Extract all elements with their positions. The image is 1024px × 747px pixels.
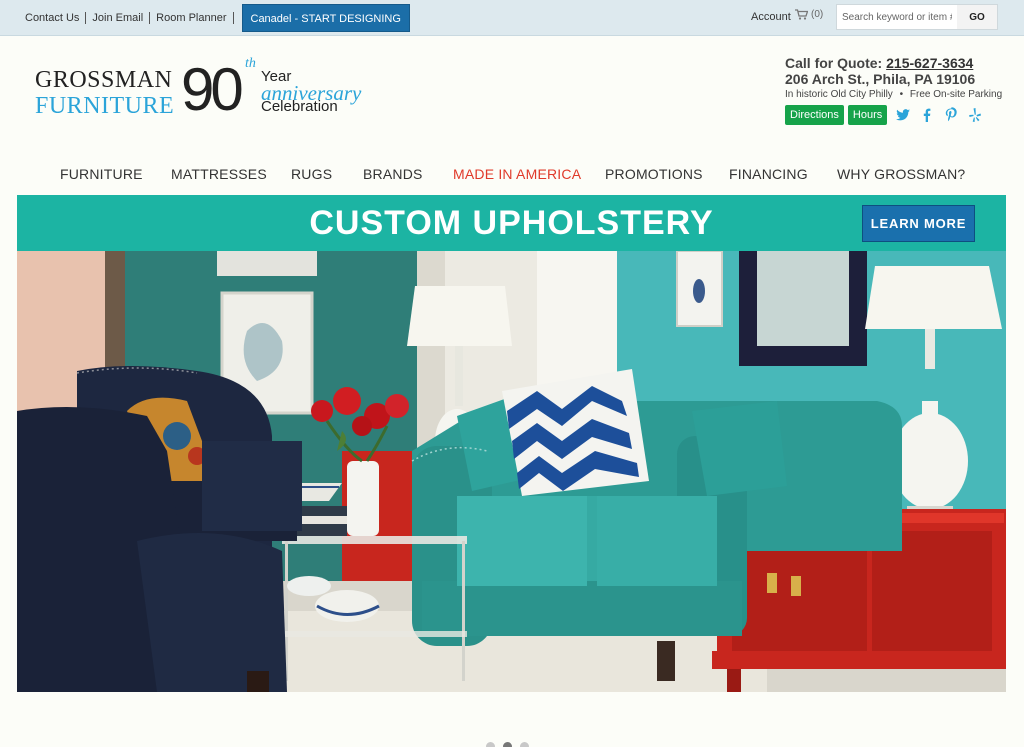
room-planner-link[interactable]: Room Planner <box>156 12 226 24</box>
logo-th: th <box>245 56 256 71</box>
hours-button[interactable]: Hours <box>847 105 888 125</box>
promo-banner[interactable]: CUSTOM UPHOLSTERY LEARN MORE <box>17 195 1006 251</box>
bullet-separator: • <box>899 89 904 100</box>
yelp-icon[interactable] <box>967 107 983 123</box>
search-input[interactable] <box>837 5 957 29</box>
contact-block: Call for Quote: 215-627-3634 206 Arch St… <box>785 55 1015 125</box>
divider <box>232 12 234 24</box>
location-note: In historic Old City Philly • Free On-si… <box>785 89 1015 100</box>
cart-count: (0) <box>811 9 824 20</box>
phone-link[interactable]: 215-627-3634 <box>886 55 973 71</box>
nav-item-furniture[interactable]: FURNITURE <box>60 166 143 182</box>
nav-item-why-grossman[interactable]: WHY GROSSMAN? <box>837 166 965 182</box>
cart-icon <box>795 9 808 20</box>
top-links: Contact Us Join Email Room Planner Canad… <box>25 0 410 36</box>
nav-item-rugs[interactable]: RUGS <box>291 166 332 182</box>
logo[interactable]: GROSSMAN FURNITURE 90 th Year anniversar… <box>35 56 380 128</box>
nav-item-made-in-america[interactable]: MADE IN AMERICA <box>453 166 581 182</box>
nav-item-brands[interactable]: BRANDS <box>363 166 423 182</box>
twitter-icon[interactable] <box>895 107 911 123</box>
logo-line2: FURNITURE <box>35 93 175 119</box>
carousel-dots <box>486 742 529 747</box>
search-box: GO <box>836 4 998 30</box>
store-address: 206 Arch St., Phila, PA 19106 <box>785 71 976 87</box>
call-for-quote: Call for Quote: 215-627-3634 <box>785 55 1015 71</box>
facebook-icon[interactable] <box>919 107 935 123</box>
divider <box>85 12 87 24</box>
nav-item-mattresses[interactable]: MATTRESSES <box>171 166 267 182</box>
cart-link[interactable]: (0) <box>795 9 823 20</box>
search-go-button[interactable]: GO <box>957 5 997 29</box>
join-email-link[interactable]: Join Email <box>92 12 143 24</box>
logo-wordmark: GROSSMAN FURNITURE <box>35 68 174 118</box>
logo-celebration: Celebration <box>261 98 338 115</box>
pinterest-icon[interactable] <box>943 107 959 123</box>
carousel-dot-3[interactable] <box>520 742 529 747</box>
living-room-illustration <box>17 251 1006 692</box>
hero-image[interactable] <box>17 251 1006 692</box>
chevron-pillow <box>502 369 649 496</box>
main-nav: FURNITURE MATTRESSES RUGS BRANDS MADE IN… <box>0 166 1024 186</box>
logo-number: 90 <box>181 56 244 123</box>
quote-label: Call for Quote: <box>785 55 883 71</box>
carousel-dot-2[interactable] <box>503 742 512 747</box>
contact-us-link[interactable]: Contact Us <box>25 12 79 24</box>
contact-actions: Directions Hours <box>785 105 1015 125</box>
account-link[interactable]: Account <box>751 11 791 23</box>
learn-more-button[interactable]: LEARN MORE <box>862 205 975 242</box>
carousel-dot-1[interactable] <box>486 742 495 747</box>
top-bar: Contact Us Join Email Room Planner Canad… <box>0 0 1024 36</box>
nav-item-promotions[interactable]: PROMOTIONS <box>605 166 703 182</box>
parking-note: Free On-site Parking <box>909 89 1003 100</box>
divider <box>149 12 151 24</box>
nav-item-financing[interactable]: FINANCING <box>729 166 808 182</box>
old-city-note: In historic Old City Philly <box>785 89 893 100</box>
directions-button[interactable]: Directions <box>785 105 844 125</box>
logo-line1: GROSSMAN <box>35 67 173 93</box>
banner-title: CUSTOM UPHOLSTERY <box>309 204 714 242</box>
canadel-start-designing-button[interactable]: Canadel - START DESIGNING <box>241 4 410 32</box>
